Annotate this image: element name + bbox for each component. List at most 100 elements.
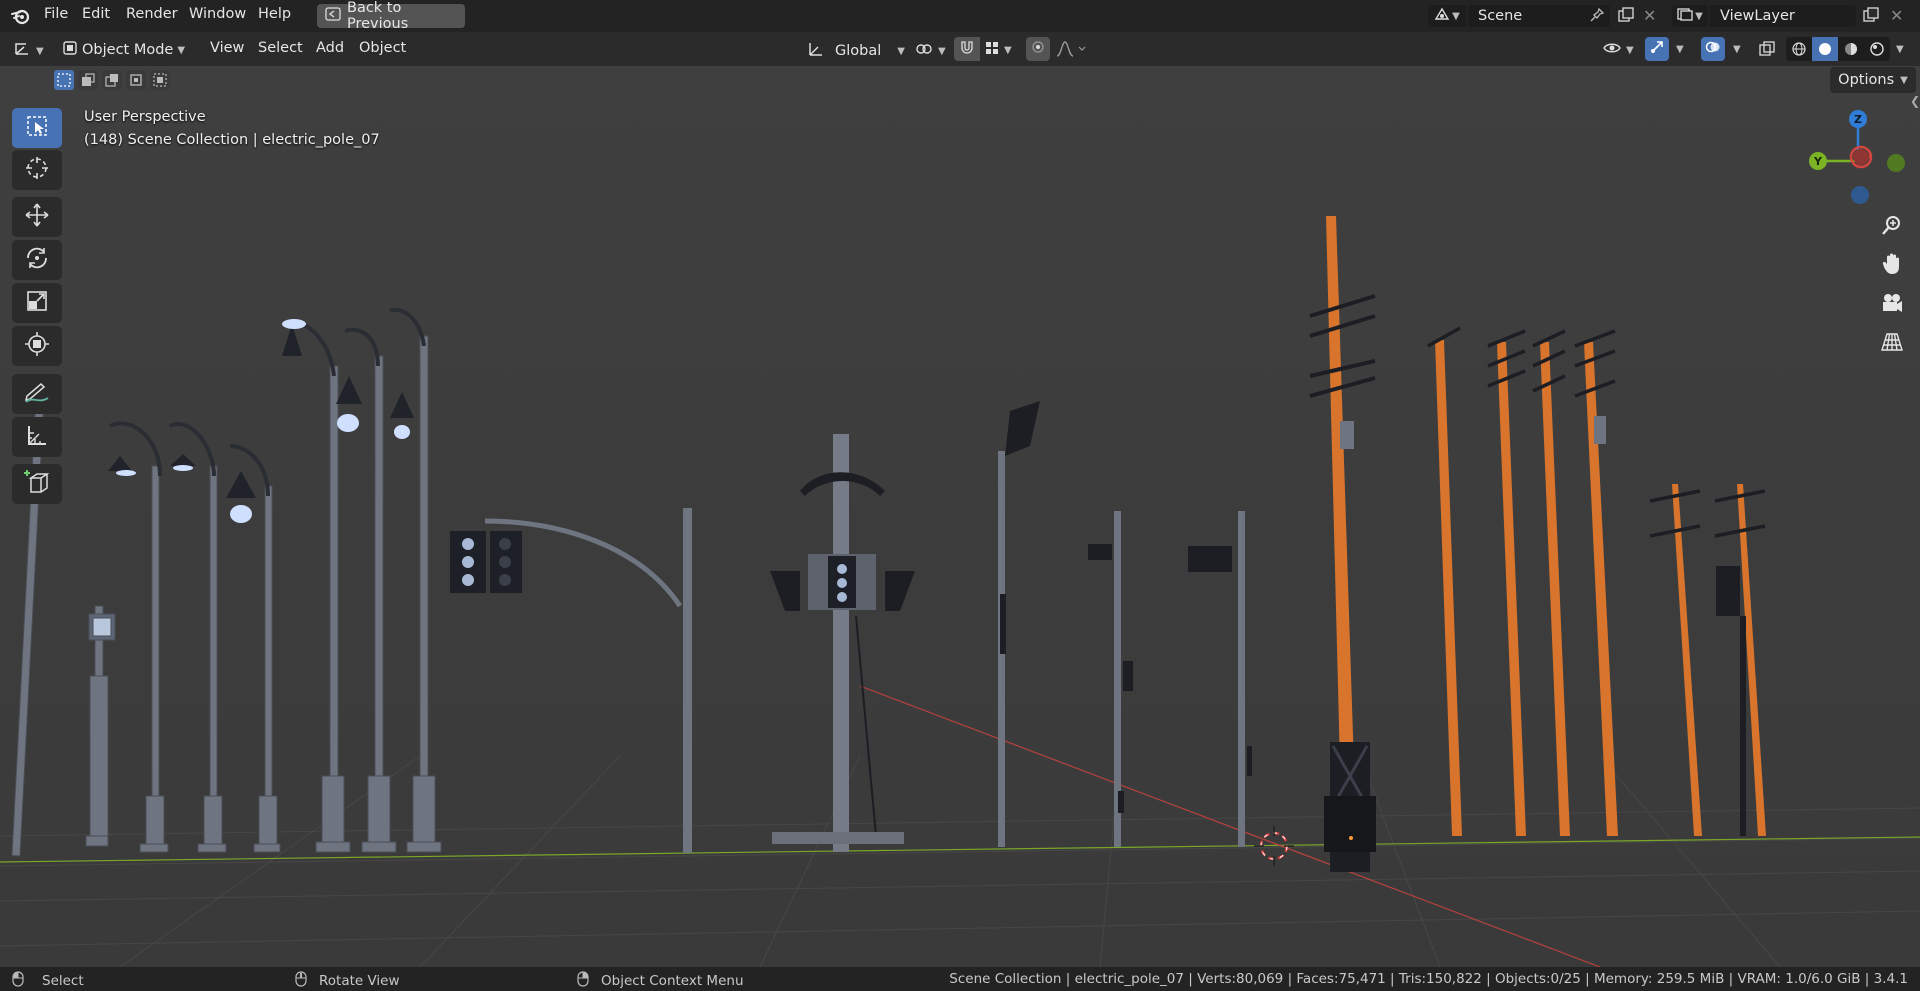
gizmo-chevron-down-icon[interactable]: ▼ (1676, 44, 1684, 55)
xray-toggle-icon[interactable] (1758, 40, 1776, 62)
select-new-icon[interactable] (54, 70, 74, 90)
select-subtract-icon[interactable] (102, 70, 122, 90)
status-rotate-label: Rotate View (319, 973, 400, 989)
overlays-chevron-down-icon[interactable]: ▼ (1733, 44, 1741, 55)
status-bar: Select Rotate View Object Context Menu S… (0, 967, 1920, 991)
scene-render (0, 66, 1920, 967)
chevron-down-icon: ▼ (1695, 10, 1703, 22)
mode-label: Object Mode (82, 42, 174, 58)
transform-orientation-label: Global (835, 43, 882, 59)
menu-window[interactable]: Window (189, 6, 246, 22)
status-select-hint: Select (12, 971, 84, 991)
perspective-toggle-button[interactable] (1874, 326, 1910, 362)
chevron-down-icon: ▼ (36, 45, 44, 57)
hand-icon (1881, 252, 1903, 280)
options-label: Options (1838, 72, 1895, 88)
menu-edit[interactable]: Edit (82, 6, 110, 22)
axis-z-label: Z (1854, 113, 1862, 126)
rendered-shading-icon[interactable] (1864, 41, 1890, 57)
magnet-icon (959, 39, 975, 59)
3d-viewport[interactable]: Options ▼ User Perspective (148) Scene C… (0, 66, 1920, 967)
chevron-down-icon: ▼ (897, 45, 905, 57)
view-layer-browse-button[interactable]: ▼ (1672, 5, 1708, 27)
pivot-point-dropdown[interactable]: ▼ (914, 40, 946, 62)
shading-chevron-down-icon[interactable]: ▼ (1896, 44, 1904, 55)
snap-target-dropdown[interactable]: ▼ (984, 40, 1012, 60)
visibility-dropdown[interactable]: ▼ (1602, 40, 1634, 60)
view-layer-name-field[interactable]: ViewLayer (1710, 5, 1856, 27)
object-mode-icon (62, 40, 78, 60)
view-layer-icon (1677, 7, 1693, 25)
chevron-down-icon: ▼ (1900, 74, 1908, 86)
select-extend-icon[interactable] (78, 70, 98, 90)
mode-dropdown[interactable]: Object Mode ▼ (62, 40, 185, 60)
navigation-gizmo[interactable]: Z Y (1808, 106, 1908, 206)
menu-view[interactable]: View (210, 40, 244, 56)
axis-y-label: Y (1813, 155, 1823, 168)
solid-shading-icon[interactable] (1812, 37, 1838, 61)
zoom-button[interactable] (1874, 209, 1910, 245)
status-context-label: Object Context Menu (601, 973, 744, 989)
material-preview-icon[interactable] (1838, 41, 1864, 57)
menu-object[interactable]: Object (359, 40, 406, 56)
mouse-middle-icon (295, 971, 307, 991)
select-box-tool[interactable] (12, 108, 62, 148)
proportional-edit-toggle[interactable] (1026, 37, 1050, 61)
back-to-previous-label: Back to Previous (347, 0, 409, 32)
pivot-icon (914, 40, 934, 62)
cursor-icon (24, 155, 50, 185)
measure-tool[interactable] (12, 417, 62, 457)
back-icon (325, 7, 341, 25)
zoom-icon (1881, 214, 1903, 240)
pan-button[interactable] (1874, 248, 1910, 284)
transform-tool[interactable] (12, 326, 62, 366)
options-dropdown[interactable]: Options ▼ (1830, 67, 1916, 93)
back-to-previous-button[interactable]: Back to Previous (317, 0, 465, 32)
status-rotate-hint: Rotate View (295, 971, 400, 991)
pin-icon[interactable] (1589, 7, 1605, 27)
wireframe-shading-icon[interactable] (1786, 41, 1812, 57)
scene-browse-button[interactable]: ▼ (1428, 5, 1466, 27)
scale-tool[interactable] (12, 283, 62, 323)
overlays-toggle[interactable] (1701, 37, 1725, 61)
select-intersect-icon[interactable] (150, 70, 170, 90)
menu-render[interactable]: Render (126, 6, 178, 22)
menu-file[interactable]: File (44, 6, 68, 22)
scale-icon (25, 289, 49, 317)
transform-orientation-dropdown[interactable]: Global ▼ (807, 40, 905, 62)
menu-help[interactable]: Help (258, 6, 291, 22)
move-tool[interactable] (12, 197, 62, 237)
grid-perspective-icon (1881, 331, 1903, 357)
orientation-icon (807, 40, 825, 62)
delete-scene-icon[interactable]: ✕ (1643, 6, 1656, 25)
gizmo-toggle[interactable] (1645, 37, 1669, 61)
chevron-down-icon: ▼ (177, 44, 186, 56)
chevron-down-icon: ▼ (1452, 10, 1460, 22)
new-scene-icon[interactable] (1617, 6, 1635, 28)
sidebar-toggle-icon[interactable]: ❮ (1910, 94, 1920, 108)
rotate-tool[interactable] (12, 240, 62, 280)
top-bar: File Edit Render Window Help Back to Pre… (0, 0, 1920, 32)
add-cube-tool[interactable] (12, 464, 62, 504)
eye-icon (1602, 40, 1622, 60)
mouse-right-icon (577, 971, 589, 991)
annotate-tool[interactable] (12, 374, 62, 414)
falloff-icon[interactable] (1055, 40, 1087, 62)
measure-icon (25, 423, 49, 451)
chevron-down-icon: ▼ (1626, 44, 1634, 56)
select-invert-icon[interactable] (126, 70, 146, 90)
delete-view-layer-icon[interactable]: ✕ (1890, 6, 1903, 25)
3d-viewport-icon (12, 40, 32, 62)
blender-logo-icon[interactable] (10, 6, 32, 30)
editor-type-button[interactable]: ▼ (12, 40, 44, 62)
menu-select[interactable]: Select (258, 40, 303, 56)
menu-add[interactable]: Add (316, 40, 344, 56)
new-view-layer-icon[interactable] (1862, 6, 1880, 28)
snap-toggle[interactable] (954, 37, 980, 61)
cursor-tool[interactable] (12, 150, 62, 190)
camera-view-button[interactable] (1874, 287, 1910, 323)
annotate-icon (23, 380, 51, 408)
select-box-icon (25, 114, 49, 142)
viewport-header: ▼ Object Mode ▼ View Select Add Object G… (0, 32, 1920, 66)
scene-icon (1434, 7, 1450, 25)
